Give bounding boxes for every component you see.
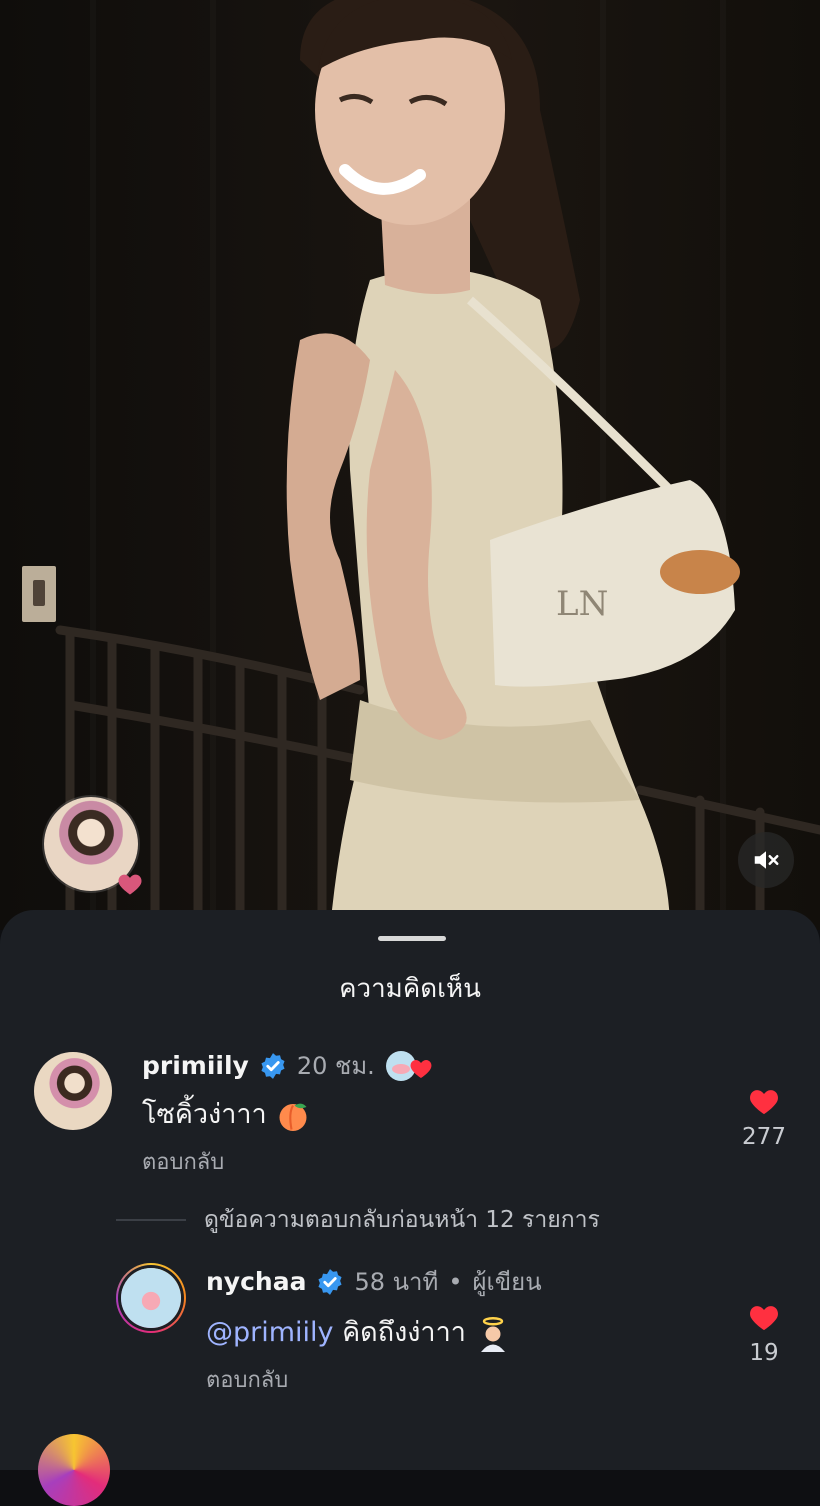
reply-username[interactable]: nychaa — [206, 1267, 306, 1296]
person-illustration: LN — [286, 0, 740, 930]
sheet-title: ความคิดเห็น — [339, 974, 481, 1004]
reply-header: nychaa 58 นาที • ผู้เขียน — [206, 1262, 542, 1301]
reply-button[interactable]: ตอบกลับ — [206, 1362, 288, 1397]
reply-button[interactable]: ตอบกลับ — [142, 1144, 224, 1179]
heart-icon — [750, 1090, 778, 1115]
avatar[interactable] — [116, 1263, 186, 1333]
view-replies-label: ดูข้อความตอบกลับก่อนหน้า 12 รายการ — [204, 1207, 600, 1233]
sheet-grabber[interactable] — [378, 936, 446, 941]
separator-dot: • — [448, 1267, 463, 1296]
comment-username[interactable]: primiily — [142, 1051, 249, 1080]
mention-link[interactable]: @primiily — [206, 1317, 334, 1348]
like-count: 277 — [742, 1124, 786, 1150]
reply-time: 58 นาที — [354, 1268, 439, 1296]
peach-emoji — [279, 1103, 307, 1131]
author-label: ผู้เขียน — [472, 1268, 542, 1296]
comment-text: โซคิ้วง่าาา — [142, 1092, 311, 1135]
verified-badge-icon — [318, 1268, 343, 1295]
heart-icon — [750, 1306, 778, 1331]
like-button[interactable]: 277 — [734, 1084, 794, 1150]
liked-by-author-icon — [385, 1050, 432, 1081]
mute-icon — [754, 851, 779, 869]
like-count: 19 — [749, 1340, 779, 1366]
view-previous-replies[interactable]: ดูข้อความตอบกลับก่อนหน้า 12 รายการ — [116, 1202, 600, 1238]
comment-header: primiily 20 ชม. — [142, 1046, 435, 1085]
verified-badge-icon — [261, 1052, 285, 1079]
comments-sheet: ความคิดเห็น primiily 20 ชม. โซคิ้วง่าาา … — [0, 910, 820, 1506]
avatar[interactable] — [38, 1434, 110, 1506]
avatar[interactable] — [34, 1052, 112, 1130]
mute-button[interactable] — [738, 832, 794, 888]
divider — [116, 1219, 186, 1221]
reply-text: @primiily คิดถึงง่าาา — [206, 1310, 511, 1353]
heart-icon — [118, 874, 142, 895]
avatar-image — [121, 1268, 181, 1328]
comment-time: 20 ชม. — [296, 1052, 375, 1080]
svg-text:LN: LN — [556, 584, 608, 624]
like-button[interactable]: 19 — [734, 1300, 794, 1366]
angel-emoji — [480, 1316, 505, 1352]
post-media[interactable]: LN — [0, 0, 820, 930]
